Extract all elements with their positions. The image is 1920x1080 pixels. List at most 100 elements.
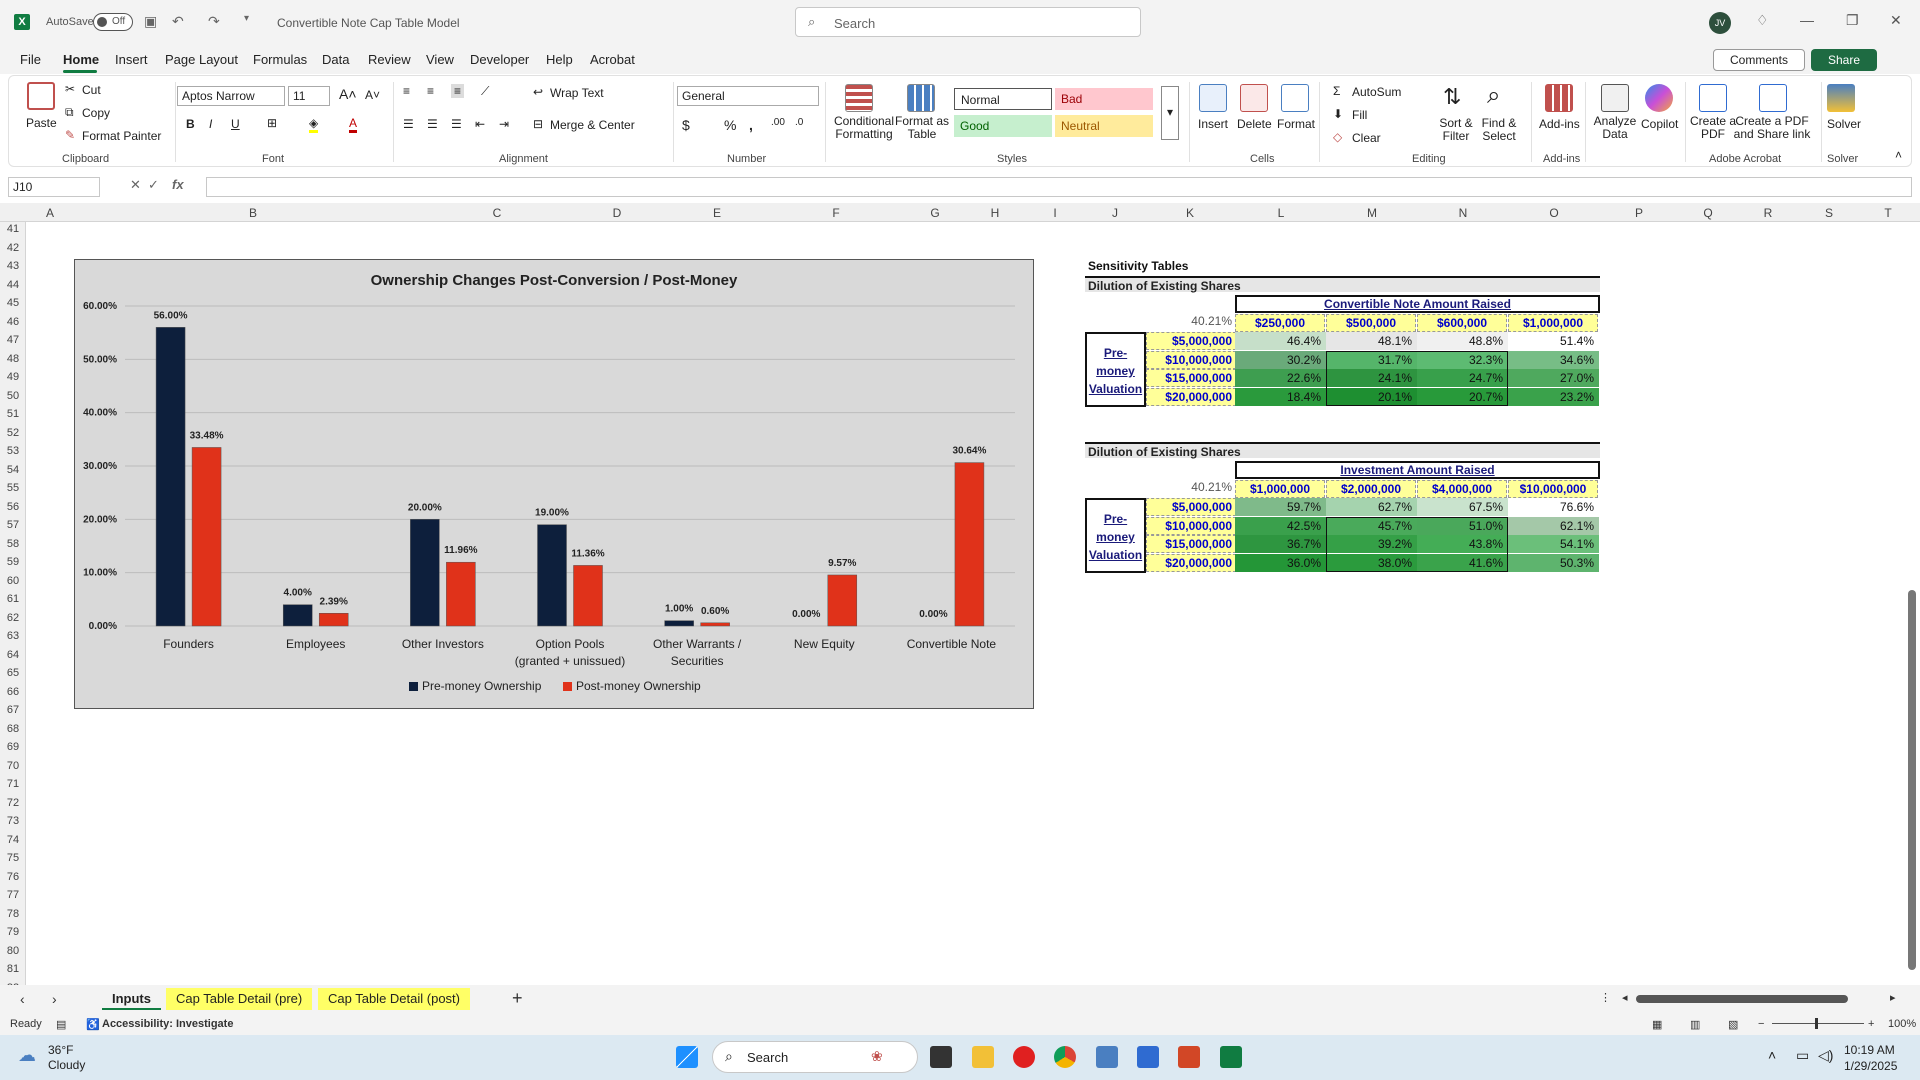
- insert-cells-icon[interactable]: [1199, 84, 1227, 112]
- delete-cells-button[interactable]: Delete: [1237, 117, 1272, 131]
- row-header[interactable]: 61: [0, 593, 26, 605]
- column-header[interactable]: Q: [1698, 206, 1718, 220]
- table-cell[interactable]: 48.8%: [1417, 332, 1508, 350]
- menu-acrobat[interactable]: Acrobat: [590, 52, 635, 67]
- copy-icon[interactable]: ⧉: [65, 105, 74, 120]
- column-header[interactable]: C: [487, 206, 507, 220]
- row-header[interactable]: 68: [0, 723, 26, 735]
- tray-overflow-icon[interactable]: ˄: [1768, 1047, 1776, 1063]
- name-box[interactable]: J10: [8, 177, 100, 197]
- font-color-icon[interactable]: A: [349, 116, 358, 133]
- find-select-button[interactable]: Find & Select: [1471, 117, 1527, 143]
- row-header[interactable]: 55: [0, 482, 26, 494]
- conditional-formatting-icon[interactable]: [845, 84, 873, 112]
- table-cell[interactable]: 30.2%: [1235, 350, 1326, 369]
- task-view-icon[interactable]: [930, 1046, 952, 1068]
- row-header[interactable]: 67: [0, 704, 26, 716]
- avatar[interactable]: JV: [1709, 12, 1731, 34]
- style-good[interactable]: Good: [954, 115, 1052, 137]
- cancel-formula-icon[interactable]: ✕: [130, 177, 141, 193]
- table-cell[interactable]: 18.4%: [1235, 387, 1326, 406]
- decrease-font-icon[interactable]: A˅: [365, 88, 380, 102]
- row-header[interactable]: 63: [0, 630, 26, 642]
- row-input[interactable]: $10,000,000: [1146, 350, 1236, 369]
- menu-insert[interactable]: Insert: [115, 52, 148, 67]
- taskbar-search[interactable]: ⌕ Search ❀: [712, 1041, 918, 1073]
- row-header[interactable]: 78: [0, 908, 26, 920]
- column-header[interactable]: K: [1180, 206, 1200, 220]
- column-header[interactable]: D: [607, 206, 627, 220]
- tab-cap-table-post[interactable]: Cap Table Detail (post): [318, 988, 470, 1010]
- clear-icon[interactable]: ◇: [1333, 130, 1342, 144]
- scroll-right-icon[interactable]: ▸: [1890, 991, 1896, 1004]
- row-header[interactable]: 53: [0, 445, 26, 457]
- table-cell[interactable]: 76.6%: [1508, 498, 1599, 516]
- start-icon[interactable]: [676, 1046, 698, 1068]
- row-header[interactable]: 54: [0, 464, 26, 476]
- cut-icon[interactable]: ✂: [65, 82, 75, 96]
- share-button[interactable]: Share: [1811, 49, 1877, 71]
- row-header[interactable]: 51: [0, 408, 26, 420]
- formula-input[interactable]: [206, 177, 1912, 197]
- search-box[interactable]: ⌕ Search: [795, 7, 1141, 37]
- column-input[interactable]: $250,000: [1235, 314, 1325, 332]
- table-cell[interactable]: 46.4%: [1235, 332, 1326, 350]
- increase-decimal-icon[interactable]: .00: [771, 117, 785, 128]
- paste-button[interactable]: Paste: [26, 116, 57, 130]
- accessibility-status[interactable]: Accessibility: Investigate: [102, 1018, 233, 1030]
- table-cell[interactable]: 62.7%: [1326, 498, 1417, 516]
- comma-style-icon[interactable]: ,: [749, 117, 753, 133]
- number-format-select[interactable]: General: [677, 86, 819, 106]
- style-normal[interactable]: Normal: [954, 88, 1052, 110]
- base-value[interactable]: 40.21%: [1145, 314, 1235, 332]
- table-cell[interactable]: 36.0%: [1235, 553, 1326, 572]
- opera-icon[interactable]: [1013, 1046, 1035, 1068]
- menu-file[interactable]: File: [20, 52, 41, 67]
- format-cells-icon[interactable]: [1281, 84, 1309, 112]
- document-title[interactable]: Convertible Note Cap Table Model: [277, 16, 460, 30]
- currency-icon[interactable]: $: [682, 117, 690, 133]
- column-input[interactable]: $600,000: [1417, 314, 1507, 332]
- percent-icon[interactable]: %: [724, 117, 736, 133]
- row-header[interactable]: 73: [0, 815, 26, 827]
- row-header[interactable]: 70: [0, 760, 26, 772]
- bold-icon[interactable]: B: [186, 117, 195, 131]
- column-header[interactable]: E: [707, 206, 727, 220]
- weather-temp[interactable]: 36°F: [48, 1043, 73, 1057]
- format-cells-button[interactable]: Format: [1277, 117, 1315, 131]
- excel-taskbar-icon[interactable]: [1220, 1046, 1242, 1068]
- zoom-slider[interactable]: [1772, 1023, 1864, 1024]
- analyze-data-icon[interactable]: [1601, 84, 1629, 112]
- paste-icon[interactable]: [27, 82, 55, 110]
- wrap-text-icon[interactable]: ↩: [533, 85, 543, 99]
- column-header[interactable]: J: [1105, 206, 1125, 220]
- column-input[interactable]: $1,000,000: [1235, 480, 1325, 498]
- close-icon[interactable]: ✕: [1890, 12, 1902, 29]
- styles-more-icon[interactable]: ▾: [1161, 86, 1179, 140]
- insert-cells-button[interactable]: Insert: [1198, 117, 1228, 131]
- analyze-data-button[interactable]: Analyze Data: [1589, 115, 1641, 141]
- row-header[interactable]: 75: [0, 852, 26, 864]
- column-input[interactable]: $500,000: [1326, 314, 1416, 332]
- find-select-icon[interactable]: ⌕: [1487, 82, 1500, 110]
- menu-home[interactable]: Home: [63, 52, 99, 67]
- autosum-button[interactable]: AutoSum: [1352, 85, 1401, 99]
- column-input[interactable]: $4,000,000: [1417, 480, 1507, 498]
- column-header[interactable]: R: [1758, 206, 1778, 220]
- chrome-icon[interactable]: [1054, 1046, 1076, 1068]
- table-subtitle[interactable]: Dilution of Existing Shares: [1085, 276, 1600, 293]
- row-header[interactable]: 43: [0, 260, 26, 272]
- align-bottom-icon[interactable]: ≡: [451, 84, 465, 98]
- table-header[interactable]: Investment Amount Raised: [1235, 461, 1600, 479]
- align-top-icon[interactable]: ≡: [403, 84, 410, 98]
- fill-color-icon[interactable]: ◈: [309, 116, 319, 133]
- table-cell[interactable]: 51.4%: [1508, 332, 1599, 350]
- merge-center-button[interactable]: Merge & Center: [550, 118, 635, 132]
- fill-icon[interactable]: ⬇: [1333, 107, 1343, 121]
- zoom-in-icon[interactable]: +: [1868, 1018, 1874, 1030]
- file-explorer-icon[interactable]: [972, 1046, 994, 1068]
- scroll-left-icon[interactable]: ◂: [1622, 991, 1628, 1004]
- base-value[interactable]: 40.21%: [1145, 480, 1235, 498]
- row-input[interactable]: $15,000,000: [1146, 369, 1236, 387]
- italic-icon[interactable]: I: [209, 117, 212, 131]
